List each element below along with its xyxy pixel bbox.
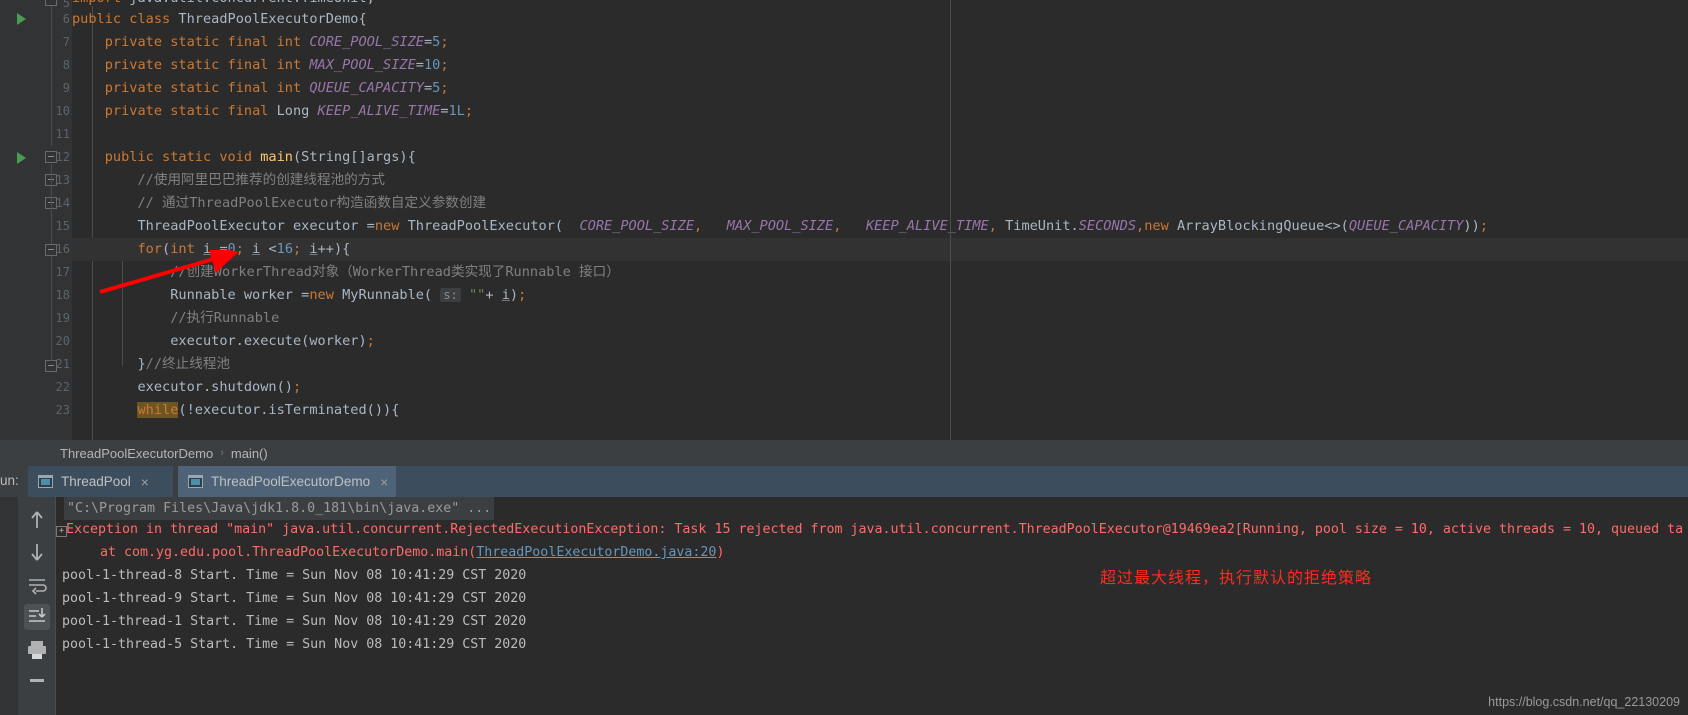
breadcrumb-class[interactable]: ThreadPoolExecutorDemo: [60, 446, 213, 461]
code-line-13: //使用阿里巴巴推荐的创建线程池的方式: [137, 172, 385, 188]
console-exception-line: Exception in thread "main" java.util.con…: [66, 522, 1684, 537]
console-output-line: pool-1-thread-8 Start. Time = Sun Nov 08…: [62, 568, 527, 583]
breadcrumb-separator: ›: [220, 447, 224, 459]
soft-wrap-icon[interactable]: [24, 572, 50, 598]
code-line-14: // 通过ThreadPoolExecutor构造函数自定义参数创建: [137, 195, 487, 211]
line-number: 10: [55, 104, 70, 118]
line-number: 20: [55, 334, 70, 348]
line-number: 17: [55, 265, 70, 279]
code-line-9: private static final int QUEUE_CAPACITY=…: [104, 80, 449, 96]
watermark-url: https://blog.csdn.net/qq_22130209: [1488, 695, 1680, 709]
code-line-20: executor.execute(worker);: [72, 333, 375, 349]
close-icon[interactable]: ×: [141, 475, 149, 489]
console-output-line: pool-1-thread-9 Start. Time = Sun Nov 08…: [62, 591, 527, 606]
editor-gutter[interactable]: 5 6 7 8 9 10 11 12 13 14 15 16 17 18 19 …: [0, 0, 72, 440]
code-line-8: private static final int MAX_POOL_SIZE=1…: [104, 57, 449, 73]
fold-widget[interactable]: [45, 244, 57, 256]
code-line-10: private static final Long KEEP_ALIVE_TIM…: [104, 103, 474, 119]
line-number: 19: [55, 311, 70, 325]
code-line-7: private static final int CORE_POOL_SIZE=…: [104, 34, 449, 50]
console-window-icon: [188, 475, 203, 488]
run-console[interactable]: "C:\Program Files\Java\jdk1.8.0_181\bin\…: [0, 497, 1688, 715]
line-number: 15: [55, 219, 70, 233]
fold-widget[interactable]: [45, 360, 57, 372]
fold-widget[interactable]: [45, 151, 57, 163]
line-number: 22: [55, 380, 70, 394]
run-tab-label: ThreadPoolExecutorDemo: [211, 474, 371, 489]
code-line-21: }//终止线程池: [72, 356, 231, 372]
console-command-line: "C:\Program Files\Java\jdk1.8.0_181\bin\…: [64, 497, 495, 520]
more-icon[interactable]: [24, 673, 50, 699]
run-method-icon[interactable]: [14, 151, 28, 165]
line-number: 5: [62, 0, 70, 10]
close-icon[interactable]: ×: [380, 475, 388, 489]
fold-region-line: [51, 6, 52, 146]
line-number: 12: [55, 150, 70, 164]
code-line-18: Runnable worker =new MyRunnable( s: ""+ …: [72, 287, 527, 303]
line-number: 18: [55, 288, 70, 302]
line-number: 23: [55, 403, 70, 417]
console-output-line: pool-1-thread-1 Start. Time = Sun Nov 08…: [62, 614, 527, 629]
run-tab-threadpool[interactable]: ThreadPool ×: [28, 466, 173, 497]
line-number: 7: [62, 35, 70, 49]
line-number: 6: [62, 12, 70, 26]
console-stacktrace-line: at com.yg.edu.pool.ThreadPoolExecutorDem…: [100, 541, 724, 564]
editor-split-divider: [950, 0, 951, 440]
line-number: 21: [55, 357, 70, 371]
code-line-23: while(!executor.isTerminated()){: [137, 402, 400, 418]
code-text-area[interactable]: import java.util.concurrent.TimeUnit; pu…: [72, 0, 1688, 440]
line-number: 13: [55, 173, 70, 187]
print-icon[interactable]: [24, 637, 50, 663]
code-line-17: //创建WorkerThread对象（WorkerThread类实现了Runna…: [170, 264, 620, 280]
line-number: 8: [62, 58, 70, 72]
run-class-icon[interactable]: [14, 12, 28, 26]
code-line-22: executor.shutdown();: [72, 379, 302, 395]
code-line-15: ThreadPoolExecutor executor =new ThreadP…: [72, 218, 1488, 234]
line-number: 14: [55, 196, 70, 210]
arrow-up-icon[interactable]: [24, 507, 50, 533]
run-tool-window-tabs[interactable]: un: ThreadPool × ThreadPoolExecutorDemo …: [0, 466, 1688, 497]
stacktrace-link[interactable]: ThreadPoolExecutorDemo.java:20: [476, 545, 716, 560]
run-tab-label: ThreadPool: [61, 474, 131, 489]
line-number: 11: [55, 127, 70, 141]
stacktrace-text: at com.yg.edu.pool.ThreadPoolExecutorDem…: [100, 545, 477, 560]
stacktrace-suffix: ): [716, 545, 725, 560]
code-line-12: public static void main(String[]args){: [104, 149, 416, 165]
fold-region-line: [51, 164, 52, 244]
red-text-annotation: 超过最大线程，执行默认的拒绝策略: [1100, 570, 1373, 587]
run-tab-threadpoolexecutordemo[interactable]: ThreadPoolExecutorDemo ×: [178, 466, 396, 497]
breadcrumb-method[interactable]: main(): [231, 446, 268, 461]
line-number: 16: [55, 242, 70, 256]
code-line-16: for(int i =0; i <16; i++){: [72, 238, 1688, 261]
fold-region-line: [51, 256, 52, 361]
code-line-19: //执行Runnable: [170, 310, 280, 326]
code-line-6: public class ThreadPoolExecutorDemo{: [72, 11, 367, 27]
line-number: 9: [62, 81, 70, 95]
intellij-idea-window: 5 6 7 8 9 10 11 12 13 14 15 16 17 18 19 …: [0, 0, 1688, 715]
tabbar-filler: [396, 466, 1688, 497]
console-window-icon: [38, 475, 53, 488]
console-left-strip[interactable]: [0, 497, 18, 715]
arrow-down-icon[interactable]: [24, 539, 50, 565]
run-tool-window-label: un:: [0, 473, 19, 488]
console-output-line: pool-1-thread-5 Start. Time = Sun Nov 08…: [62, 637, 527, 652]
breadcrumb[interactable]: ThreadPoolExecutorDemo › main(): [0, 440, 1688, 466]
code-editor[interactable]: 5 6 7 8 9 10 11 12 13 14 15 16 17 18 19 …: [0, 0, 1688, 440]
console-toolbar[interactable]: [18, 497, 55, 715]
scroll-to-end-icon[interactable]: [24, 604, 50, 630]
